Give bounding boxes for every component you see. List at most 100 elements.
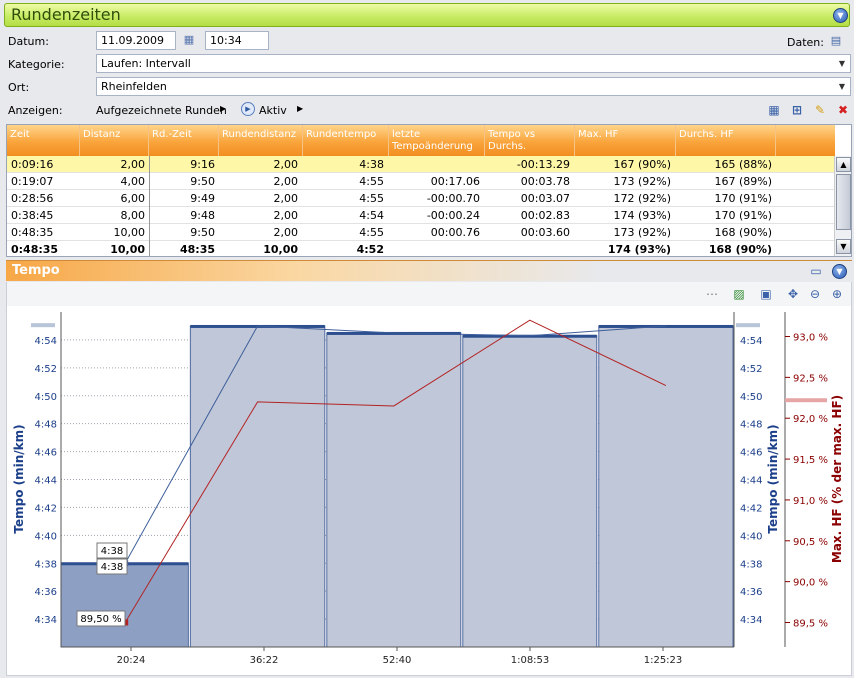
calculator-icon[interactable]: ▦	[766, 102, 782, 118]
zoom-out-icon[interactable]: ⊖	[807, 286, 823, 302]
ort-label: Ort:	[8, 81, 30, 94]
table-cell: 174 (93%)	[607, 243, 671, 256]
tempo-panel-header: Tempo ▭ ▼	[6, 260, 852, 281]
y-tick-label-left: 4:36	[35, 587, 57, 598]
data-device-icon[interactable]: ▤	[828, 33, 844, 49]
x-tick-label: 1:25:23	[644, 655, 683, 666]
table-row[interactable]: 0:28:56 6,00 9:49 2,00 4:55 -00:00.70 00:03.07…	[7, 190, 835, 207]
table-cell: 4:52	[356, 243, 384, 256]
y2-tick-label: 90,0 %	[793, 578, 828, 589]
ort-value: Rheinfelden	[101, 80, 167, 93]
table-total-row[interactable]: 0:48:35 10,00 48:35 10,00 4:52 174 (93%) 168 (…	[7, 241, 835, 256]
table-row[interactable]: 0:09:16 2,00 9:16 2,00 4:38 -00:13.29 167 (90%…	[7, 156, 835, 173]
col-header-rundendistanz[interactable]: Rundendistanz	[219, 125, 303, 156]
table-cell: 9:50	[190, 226, 215, 239]
lap-bar	[189, 325, 326, 648]
pencil-icon[interactable]: ✎	[812, 102, 828, 118]
grid-toggle-icon[interactable]: ⋯	[704, 286, 720, 302]
anzeigen-dropdown[interactable]: Aufgezeichnete Runden	[96, 104, 227, 117]
aktiv-dropdown[interactable]: Aktiv	[259, 104, 287, 117]
play-icon[interactable]: ▶	[241, 102, 255, 116]
table-cell: 0:48:35	[11, 243, 59, 256]
col-header-tempo-vs-durchs[interactable]: Tempo vs Durchs.	[485, 125, 575, 156]
y-axis-title-right: Tempo (min/km)	[766, 424, 780, 533]
axis-marker	[736, 323, 760, 328]
table-cell: 168 (90%)	[708, 243, 772, 256]
calendar-icon[interactable]: ▦	[181, 32, 197, 48]
table-cell: 4:55	[359, 175, 384, 188]
table-cell: 6,00	[120, 192, 146, 205]
fit-icon[interactable]: ✥	[785, 286, 801, 302]
add-icon[interactable]: ⊞	[789, 102, 805, 118]
y2-tick-label: 93,0 %	[793, 333, 828, 344]
table-cell: 167 (89%)	[714, 175, 772, 188]
col-header-zeit[interactable]: Zeit	[7, 125, 80, 156]
chart-icon[interactable]: ▨	[731, 286, 747, 302]
y-tick-label-left: 4:38	[35, 559, 57, 570]
date-field[interactable]: 11.09.2009	[96, 31, 176, 50]
table-cell: 4:55	[359, 192, 384, 205]
ort-row: Ort: Rheinfelden ▼	[0, 76, 854, 98]
table-cell: 0:19:07	[11, 175, 54, 188]
chevron-down-icon[interactable]: ▼	[835, 79, 849, 94]
tempo-chart[interactable]: 4:34 4:34 4:36 4:36 4:38 4:38 4:40 4:40 4:42 4:42…	[7, 306, 851, 676]
table-cell: 00:02.83	[520, 209, 570, 222]
table-header: Zeit Distanz Rd.-Zeit Rundendistanz Rund…	[7, 125, 835, 156]
table-cell: 0:09:16	[11, 158, 54, 171]
axis-marker	[31, 323, 55, 328]
y-tick-label-right: 4:48	[740, 420, 762, 431]
y-axis-title-left: Tempo (min/km)	[12, 424, 26, 533]
table-cell: 2,00	[273, 209, 299, 222]
collapse-icon[interactable]: ▼	[833, 8, 848, 23]
scroll-up-icon[interactable]: ▲	[836, 157, 851, 172]
table-row[interactable]: 0:48:35 10,00 9:50 2,00 4:55 00:00.76 00:03.60…	[7, 224, 835, 241]
table-cell: 2,00	[273, 158, 299, 171]
table-cell: 10,00	[113, 226, 146, 239]
laps-table: Zeit Distanz Rd.-Zeit Rundendistanz Rund…	[6, 124, 852, 257]
table-scrollbar[interactable]: ▲ ▼	[834, 156, 851, 256]
y-tick-label-left: 4:50	[35, 392, 57, 403]
y2-tick-label: 90,5 %	[793, 537, 828, 548]
chevron-down-icon[interactable]: ▼	[835, 56, 849, 71]
col-header-distanz[interactable]: Distanz	[80, 125, 149, 156]
y-tick-label-left: 4:52	[35, 364, 57, 375]
scroll-down-icon[interactable]: ▼	[836, 239, 851, 254]
ort-select[interactable]: Rheinfelden ▼	[96, 77, 851, 96]
y2-tick-label: 91,0 %	[793, 496, 828, 507]
tooltip-label: 89,50 %	[80, 614, 121, 625]
table-cell: 173 (92%)	[613, 175, 671, 188]
zoom-in-icon[interactable]: ⊕	[829, 286, 845, 302]
table-row[interactable]: 0:19:07 4,00 9:50 2,00 4:55 00:17.06 00:03.78 1…	[7, 173, 835, 190]
y-tick-label-right: 4:38	[740, 559, 762, 570]
kategorie-value: Laufen: Intervall	[101, 57, 191, 70]
table-row[interactable]: 0:38:45 8,00 9:48 2,00 4:54 -00:00.24 00:02.83…	[7, 207, 835, 224]
y2-tick-label: 89,5 %	[793, 618, 828, 629]
col-header-rd-zeit[interactable]: Rd.-Zeit	[149, 125, 219, 156]
triangle-right-icon[interactable]: ▶	[220, 104, 226, 113]
col-header-max-hf[interactable]: Max. HF	[575, 125, 676, 156]
col-header-letzte-tempoaenderung[interactable]: letzte Tempoänderung	[389, 125, 485, 156]
window-title-bar: Rundenzeiten ▼	[4, 3, 850, 27]
save-icon[interactable]: ▣	[758, 286, 774, 302]
kategorie-select[interactable]: Laufen: Intervall ▼	[96, 54, 851, 73]
delete-icon[interactable]: ✖	[835, 102, 851, 118]
x-tick-label: 20:24	[117, 655, 146, 666]
col-header-durchs-hf[interactable]: Durchs. HF	[676, 125, 776, 156]
layout-icon[interactable]: ▭	[808, 263, 824, 279]
y-tick-label-right: 4:40	[740, 531, 762, 542]
scroll-thumb[interactable]	[836, 174, 851, 230]
table-cell: 173 (92%)	[613, 226, 671, 239]
table-cell: 4,00	[120, 175, 146, 188]
window-title: Rundenzeiten	[11, 5, 121, 24]
y-tick-label-left: 4:46	[35, 448, 57, 459]
time-field[interactable]: 10:34	[205, 31, 269, 50]
collapse-icon[interactable]: ▼	[832, 264, 847, 279]
y-tick-label-right: 4:42	[740, 503, 762, 514]
col-header-rundentempo[interactable]: Rundentempo	[303, 125, 389, 156]
table-cell: 10,00	[263, 243, 298, 256]
lap-bar	[598, 325, 734, 648]
table-cell: 2,00	[273, 175, 299, 188]
table-cell: 172 (92%)	[613, 192, 671, 205]
kategorie-label: Kategorie:	[8, 58, 65, 71]
triangle-right-icon[interactable]: ▶	[297, 104, 303, 113]
